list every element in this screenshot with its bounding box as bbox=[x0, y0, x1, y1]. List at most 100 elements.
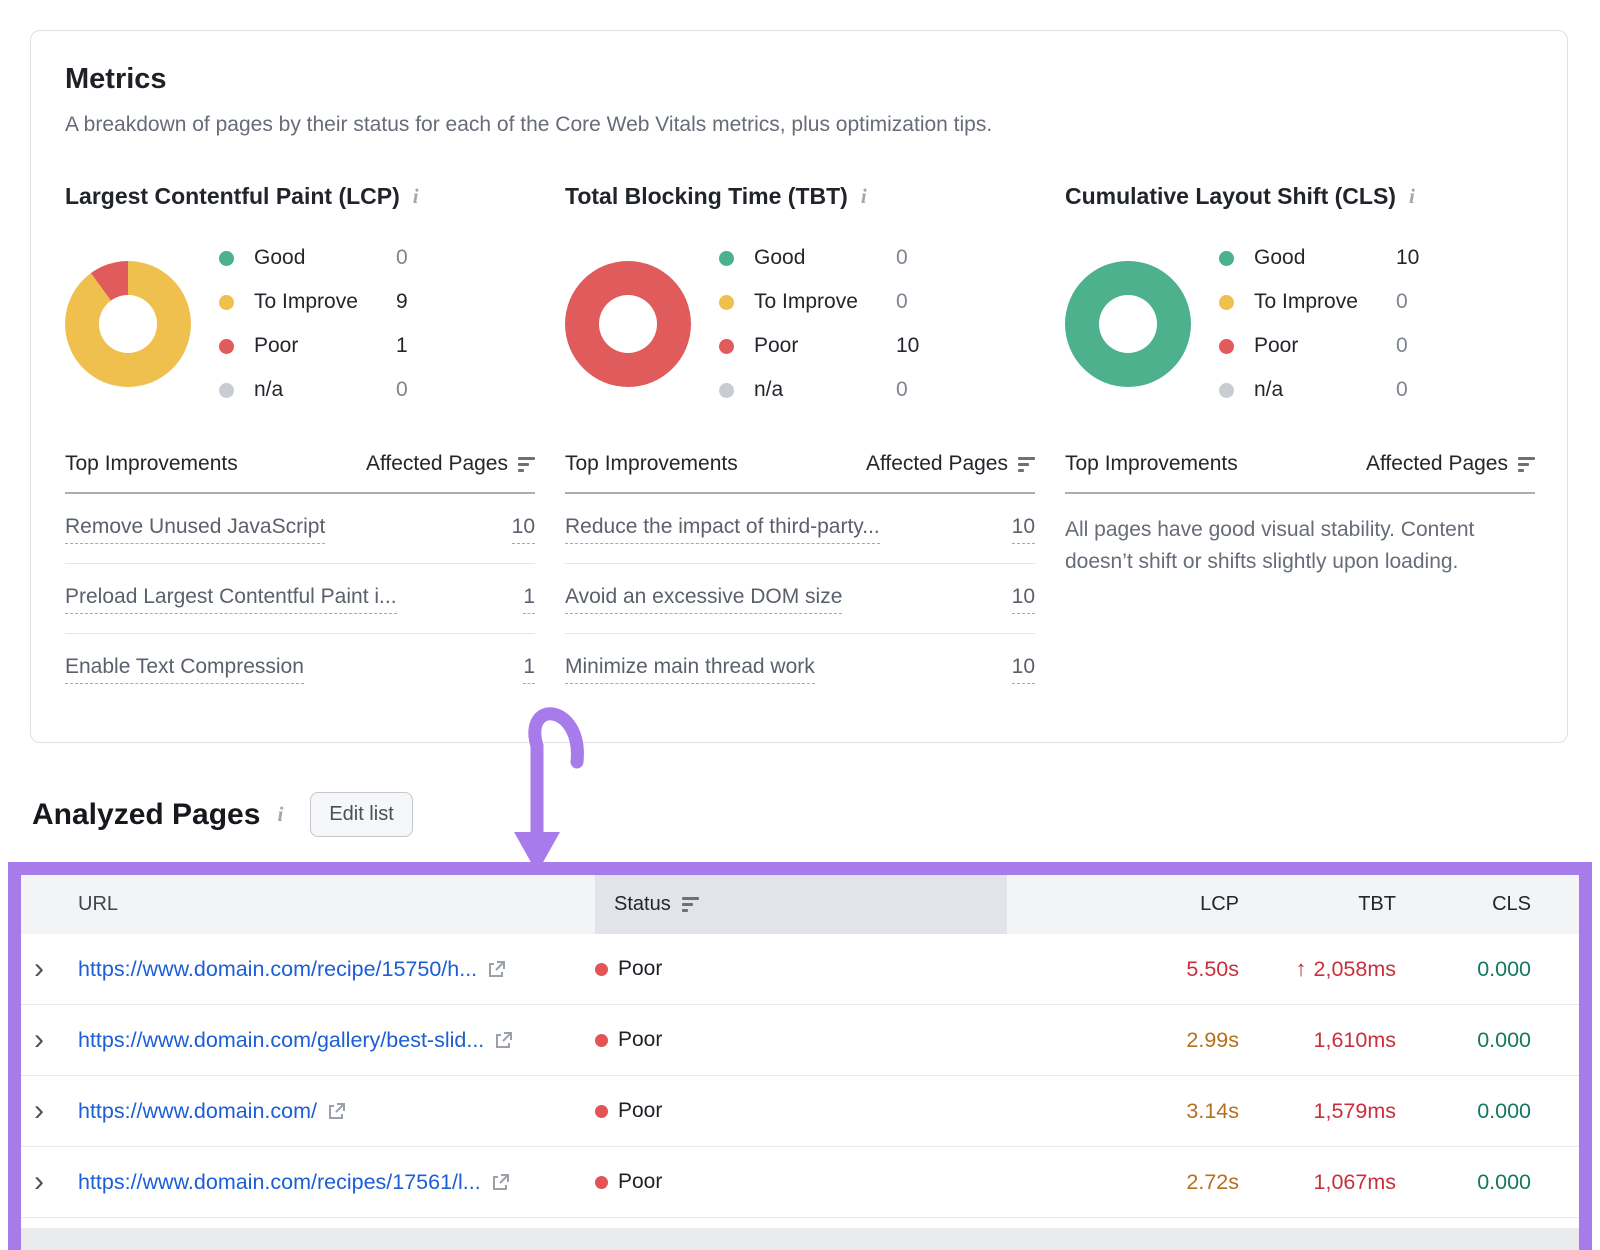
top-improvements-header: Top Improvements bbox=[565, 452, 738, 476]
improvement-link[interactable]: Reduce the impact of third-party... bbox=[565, 515, 880, 544]
expand-chevron-icon[interactable]: › bbox=[34, 1096, 44, 1126]
table-row: › https://www.domain.com/recipe/15750/h.… bbox=[21, 934, 1579, 1005]
cls-title: Cumulative Layout Shift (CLS) bbox=[1065, 183, 1396, 210]
good-dot-icon bbox=[719, 251, 734, 266]
status-label: Poor bbox=[618, 1028, 662, 1052]
lcp-donut-chart bbox=[65, 261, 191, 387]
expand-chevron-icon[interactable]: › bbox=[34, 1025, 44, 1055]
poor-status-dot-icon bbox=[595, 1176, 608, 1189]
legend-item: n/a0 bbox=[719, 368, 919, 412]
good-dot-icon bbox=[219, 251, 234, 266]
poor-status-dot-icon bbox=[595, 963, 608, 976]
purple-arrow bbox=[488, 694, 608, 884]
cls-value: 0.000 bbox=[1410, 1170, 1579, 1195]
metric-column-tbt: Total Blocking Time (TBT) i Good0 To Imp… bbox=[565, 183, 1035, 703]
cls-donut-chart bbox=[1065, 261, 1191, 387]
top-improvements-header: Top Improvements bbox=[1065, 452, 1238, 476]
improvement-row: Minimize main thread work 10 bbox=[565, 634, 1035, 703]
sort-icon[interactable] bbox=[1018, 457, 1035, 472]
top-improvements-header: Top Improvements bbox=[65, 452, 238, 476]
external-link-icon[interactable] bbox=[491, 1173, 510, 1192]
cls-note: All pages have good visual stability. Co… bbox=[1065, 514, 1535, 577]
info-icon[interactable]: i bbox=[413, 184, 419, 209]
legend-item: Good0 bbox=[219, 236, 408, 280]
donut-hole bbox=[99, 295, 157, 353]
sort-icon[interactable] bbox=[518, 457, 535, 472]
table-row: › https://www.domain.com/gallery/best-sl… bbox=[21, 1005, 1579, 1076]
metric-column-cls: Cumulative Layout Shift (CLS) i Good10 T… bbox=[1065, 183, 1535, 703]
improvement-row: Reduce the impact of third-party... 10 bbox=[565, 494, 1035, 564]
page-url-link[interactable]: https://www.domain.com/ bbox=[78, 1099, 317, 1124]
external-link-icon[interactable] bbox=[494, 1031, 513, 1050]
to-improve-dot-icon bbox=[219, 295, 234, 310]
metrics-description: A breakdown of pages by their status for… bbox=[65, 113, 1533, 137]
table-row: › https://www.domain.com/ Poor 3.14s 1,5… bbox=[21, 1076, 1579, 1147]
good-dot-icon bbox=[1219, 251, 1234, 266]
legend-item: To Improve0 bbox=[719, 280, 919, 324]
info-icon[interactable]: i bbox=[861, 184, 867, 209]
tbt-donut-chart bbox=[565, 261, 691, 387]
legend-item: Poor10 bbox=[719, 324, 919, 368]
affected-pages-count[interactable]: 10 bbox=[1012, 655, 1035, 684]
info-icon[interactable]: i bbox=[277, 802, 283, 827]
improvement-row: Remove Unused JavaScript 10 bbox=[65, 494, 535, 564]
affected-pages-header: Affected Pages bbox=[366, 452, 508, 476]
status-column-header[interactable]: Status bbox=[595, 875, 1007, 934]
improvement-link[interactable]: Avoid an excessive DOM size bbox=[565, 585, 842, 614]
sort-icon[interactable] bbox=[682, 897, 699, 912]
affected-pages-count[interactable]: 1 bbox=[523, 585, 535, 614]
poor-status-dot-icon bbox=[595, 1105, 608, 1118]
improvement-row: Enable Text Compression 1 bbox=[65, 634, 535, 703]
improvement-row: Avoid an excessive DOM size 10 bbox=[565, 564, 1035, 634]
legend-item: To Improve0 bbox=[1219, 280, 1419, 324]
legend-item: Good0 bbox=[719, 236, 919, 280]
affected-pages-count[interactable]: 10 bbox=[1012, 585, 1035, 614]
info-icon[interactable]: i bbox=[1409, 184, 1415, 209]
tbt-title: Total Blocking Time (TBT) bbox=[565, 183, 848, 210]
legend-item: Poor1 bbox=[219, 324, 408, 368]
poor-dot-icon bbox=[219, 339, 234, 354]
affected-pages-count[interactable]: 1 bbox=[523, 655, 535, 684]
to-improve-dot-icon bbox=[719, 295, 734, 310]
lcp-legend: Good0 To Improve9 Poor1 n/a0 bbox=[219, 236, 408, 412]
legend-item: n/a0 bbox=[1219, 368, 1419, 412]
edit-list-button[interactable]: Edit list bbox=[310, 792, 412, 837]
page-url-link[interactable]: https://www.domain.com/recipe/15750/h... bbox=[78, 957, 477, 982]
improvement-link[interactable]: Remove Unused JavaScript bbox=[65, 515, 325, 544]
analyzed-pages-header: Analyzed Pages i Edit list bbox=[32, 792, 413, 837]
table-row: › https://www.domain.com/recipes/17561/l… bbox=[21, 1147, 1579, 1218]
status-label: Poor bbox=[618, 1170, 662, 1194]
external-link-icon[interactable] bbox=[487, 960, 506, 979]
lcp-title: Largest Contentful Paint (LCP) bbox=[65, 183, 400, 210]
na-dot-icon bbox=[219, 383, 234, 398]
poor-status-dot-icon bbox=[595, 1034, 608, 1047]
cls-value: 0.000 bbox=[1410, 957, 1579, 982]
affected-pages-count[interactable]: 10 bbox=[1012, 515, 1035, 544]
cls-legend: Good10 To Improve0 Poor0 n/a0 bbox=[1219, 236, 1419, 412]
analyzed-pages-title: Analyzed Pages bbox=[32, 798, 260, 832]
tbt-value: 1,067ms bbox=[1253, 1170, 1410, 1195]
status-label: Poor bbox=[618, 1099, 662, 1123]
expand-chevron-icon[interactable]: › bbox=[34, 954, 44, 984]
legend-item: Poor0 bbox=[1219, 324, 1419, 368]
metrics-card: Metrics A breakdown of pages by their st… bbox=[30, 30, 1568, 743]
lcp-value: 5.50s bbox=[1007, 957, 1253, 982]
lcp-value: 2.99s bbox=[1007, 1028, 1253, 1053]
improvement-link[interactable]: Enable Text Compression bbox=[65, 655, 304, 684]
lcp-value: 3.14s bbox=[1007, 1099, 1253, 1124]
improvement-link[interactable]: Minimize main thread work bbox=[565, 655, 815, 684]
improvement-link[interactable]: Preload Largest Contentful Paint i... bbox=[65, 585, 397, 614]
page-url-link[interactable]: https://www.domain.com/recipes/17561/l..… bbox=[78, 1170, 481, 1195]
affected-pages-header: Affected Pages bbox=[866, 452, 1008, 476]
cls-value: 0.000 bbox=[1410, 1028, 1579, 1053]
external-link-icon[interactable] bbox=[327, 1102, 346, 1121]
sort-icon[interactable] bbox=[1518, 457, 1535, 472]
expand-chevron-icon[interactable]: › bbox=[34, 1167, 44, 1197]
tbt-value: ↑2,058ms bbox=[1253, 956, 1410, 982]
affected-pages-header: Affected Pages bbox=[1366, 452, 1508, 476]
table-header-row: URL Status LCP TBT CLS bbox=[21, 875, 1579, 934]
affected-pages-count[interactable]: 10 bbox=[512, 515, 535, 544]
page-url-link[interactable]: https://www.domain.com/gallery/best-slid… bbox=[78, 1028, 484, 1053]
legend-item: n/a0 bbox=[219, 368, 408, 412]
tbt-legend: Good0 To Improve0 Poor10 n/a0 bbox=[719, 236, 919, 412]
